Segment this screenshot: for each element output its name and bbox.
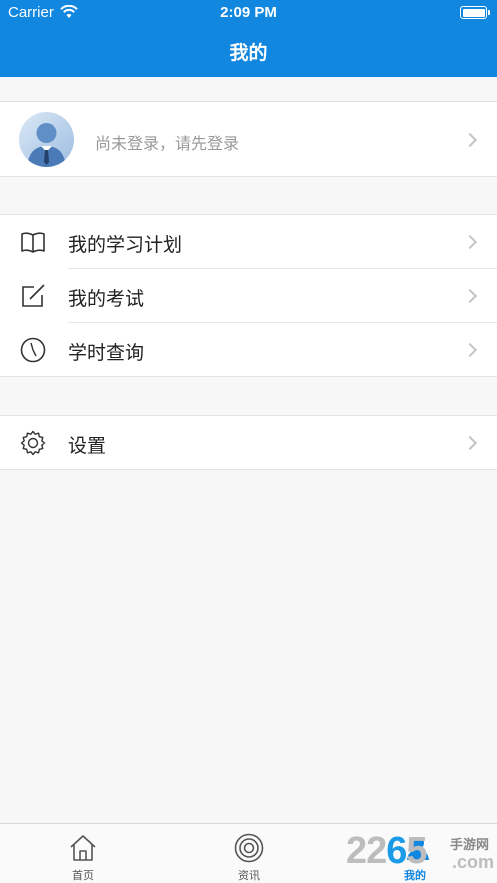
tab-news[interactable]: 资讯	[166, 824, 332, 883]
page-title: 我的	[229, 42, 268, 64]
watermark-domain: .com	[452, 852, 495, 872]
chevron-right-icon	[462, 435, 478, 451]
tab-home[interactable]: 首页	[0, 824, 166, 883]
watermark-text: 手游网	[450, 838, 490, 853]
avatar	[19, 112, 74, 167]
login-prompt: 尚未登录，请先登录	[95, 134, 240, 153]
book-icon	[21, 232, 45, 253]
menu-list: 我的学习计划 我的考试 学时查询	[0, 214, 497, 377]
gear-icon	[20, 430, 46, 456]
status-bar: Carrier 2:09 PM	[0, 0, 497, 26]
watermark-logo: 2265	[346, 830, 428, 872]
chevron-right-icon	[462, 132, 478, 148]
status-time: 2:09 PM	[220, 4, 277, 21]
edit-icon	[22, 284, 45, 307]
menu-item-study-plan[interactable]: 我的学习计划	[0, 215, 497, 269]
clock-icon	[20, 337, 46, 363]
menu-item-study-hours[interactable]: 学时查询	[0, 323, 497, 377]
battery-icon	[460, 6, 490, 19]
tab-label: 首页	[72, 869, 94, 882]
settings-label: 设置	[68, 435, 107, 457]
target-icon	[234, 833, 264, 863]
menu-item-label: 我的考试	[68, 288, 145, 310]
chevron-right-icon	[462, 234, 478, 250]
profile-login-row[interactable]: 尚未登录，请先登录	[0, 101, 497, 177]
tab-label: 资讯	[238, 869, 260, 882]
header: Carrier 2:09 PM 我的	[0, 0, 497, 77]
settings-item[interactable]: 设置	[0, 416, 497, 470]
home-icon	[70, 835, 96, 861]
chevron-right-icon	[462, 288, 478, 304]
menu-item-label: 学时查询	[68, 342, 145, 364]
settings-row[interactable]: 设置	[0, 415, 497, 470]
menu-item-my-exam[interactable]: 我的考试	[0, 269, 497, 323]
chevron-right-icon	[462, 342, 478, 358]
menu-item-label: 我的学习计划	[68, 234, 183, 256]
avatar-icon	[19, 112, 74, 167]
